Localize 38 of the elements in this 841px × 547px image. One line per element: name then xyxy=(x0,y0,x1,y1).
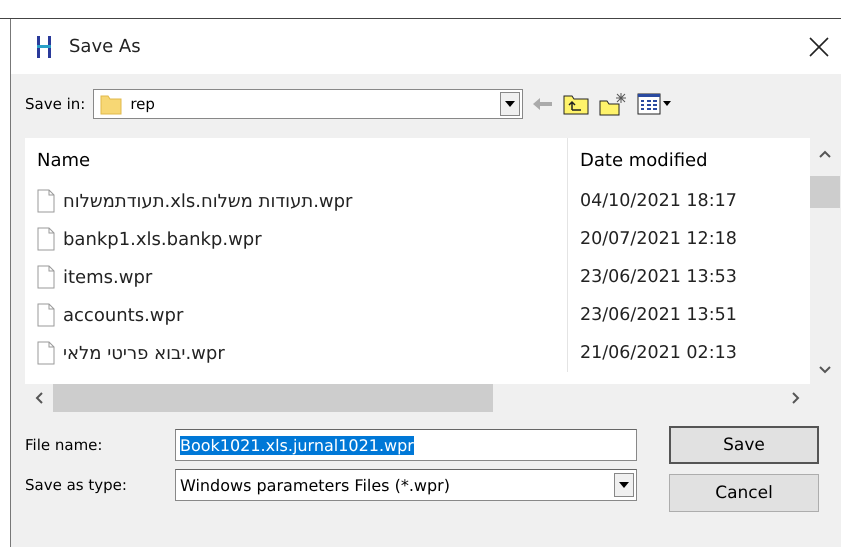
scroll-thumb[interactable] xyxy=(810,176,840,208)
file-name[interactable]: יבוא פריטי מלאי.wpr xyxy=(63,342,225,364)
window-title: Save As xyxy=(69,36,142,57)
file-name-label: File name: xyxy=(25,436,104,454)
save-button[interactable]: Save xyxy=(669,426,819,464)
save-in-dropdown[interactable]: rep xyxy=(93,89,524,119)
date-modified: 04/10/2021 18:17 xyxy=(579,191,738,211)
file-icon xyxy=(37,303,55,327)
column-header[interactable]: Date modified xyxy=(568,150,810,170)
folder-up-icon[interactable] xyxy=(563,93,590,115)
column-header[interactable]: Name xyxy=(25,138,568,182)
scroll-up-icon[interactable] xyxy=(819,150,831,158)
date-modified: 20/07/2021 12:18 xyxy=(579,229,738,249)
file-icon xyxy=(37,227,55,251)
file-type-dropdown[interactable]: Windows parameters Files (*.wpr) xyxy=(175,469,637,501)
file-icon xyxy=(37,189,55,213)
scroll-right-icon[interactable] xyxy=(792,392,800,404)
file-name-field[interactable]: Book1021.xls.jurnal1021.wpr xyxy=(175,429,637,461)
file-name[interactable]: תעודתמשלוח.xls.תעודות משלוח.wpr xyxy=(63,190,352,212)
app-logo-icon xyxy=(37,36,51,58)
date-modified: 23/06/2021 13:51 xyxy=(579,305,738,325)
date-modified: 23/06/2021 13:53 xyxy=(579,267,738,287)
file-name[interactable]: accounts.wpr xyxy=(63,304,184,326)
scroll-down-icon[interactable] xyxy=(819,366,831,374)
folder-icon xyxy=(100,93,122,115)
new-folder-icon[interactable] xyxy=(599,92,628,116)
file-icon xyxy=(37,265,55,289)
view-menu-icon[interactable] xyxy=(637,93,672,115)
cancel-button[interactable]: Cancel xyxy=(669,474,819,512)
file-name[interactable]: items.wpr xyxy=(63,266,152,288)
file-name[interactable]: bankp1.xls.bankp.wpr xyxy=(63,228,262,250)
close-icon[interactable] xyxy=(809,36,829,56)
save-in-label: Save in: xyxy=(25,95,86,113)
save-as-type-label: Save as type: xyxy=(25,476,128,494)
scroll-left-icon[interactable] xyxy=(35,392,43,404)
date-modified: 21/06/2021 02:13 xyxy=(579,343,738,363)
scroll-thumb[interactable] xyxy=(53,384,493,412)
file-icon xyxy=(37,341,55,365)
